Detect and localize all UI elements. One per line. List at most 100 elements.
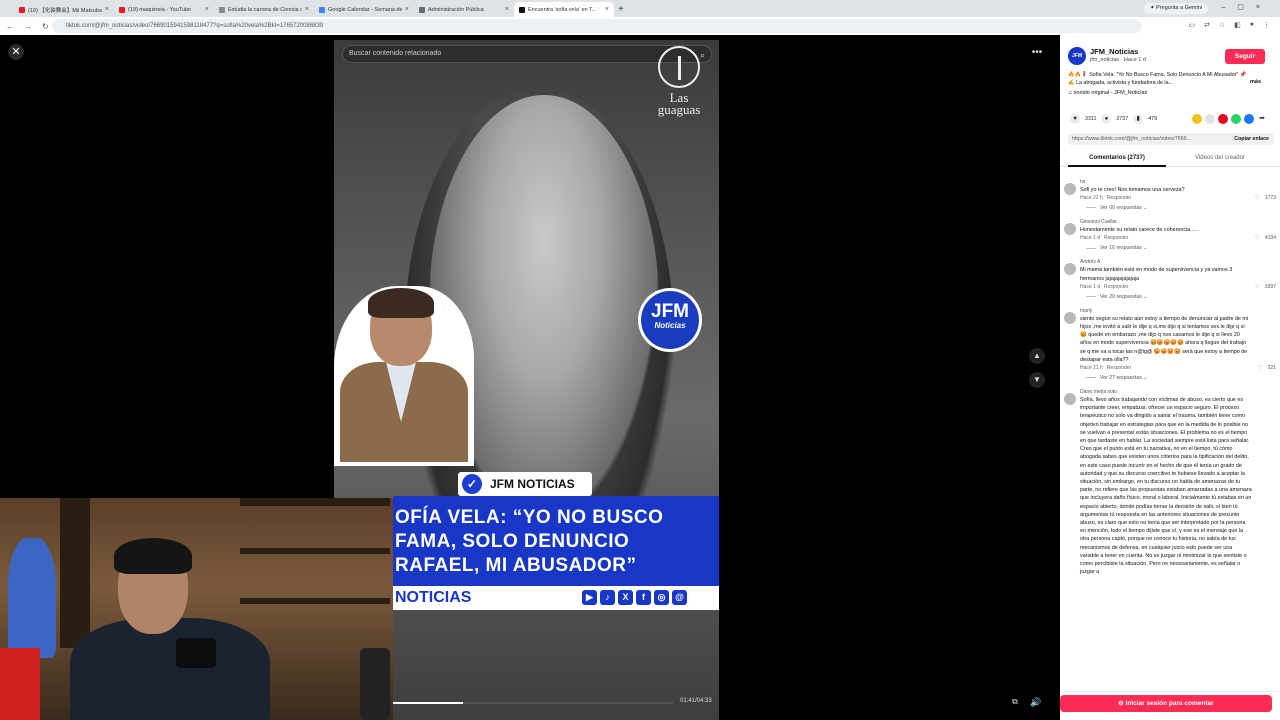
video-footer-brand: NOTICIAS ▶ ♪ X f ◎ @ — [393, 586, 719, 610]
pinterest-icon[interactable] — [1218, 114, 1228, 124]
close-tab-icon[interactable]: × — [505, 6, 509, 13]
new-tab-button[interactable]: + — [618, 2, 624, 17]
panel-tabs: Comentarios (2737) Videos del creador — [1060, 151, 1280, 167]
comment-icon[interactable]: ● — [1101, 114, 1112, 124]
previous-video-button[interactable]: ▲ — [1029, 348, 1045, 364]
login-to-comment-button[interactable]: ⊖ Iniciar sesión para comentar — [1060, 695, 1272, 712]
extensions-icon[interactable]: ◧ — [1234, 21, 1241, 29]
reload-icon[interactable]: ↻ — [42, 22, 49, 31]
browser-tab-active[interactable]: Encuentra 'sofia vela' en T... × — [514, 2, 614, 17]
youtube-favicon-icon — [19, 6, 25, 13]
url-field[interactable]: tiktok.com/@jfm_noticias/video/766901594… — [52, 19, 1142, 33]
sound-link[interactable]: ♫ sonido original - JFM_Noticias — [1068, 90, 1147, 96]
translate-icon[interactable]: ⇄ — [1204, 21, 1210, 29]
tab-comments[interactable]: Comentarios (2737) — [1068, 155, 1166, 167]
flag-decoration — [0, 648, 40, 720]
view-replies-button[interactable]: Ver 27 respuestas ⌄ — [1080, 373, 1280, 383]
reply-button[interactable]: Responder — [1107, 365, 1131, 371]
follow-button[interactable]: Seguir — [1225, 49, 1265, 64]
forward-icon[interactable]: → — [24, 22, 32, 31]
blue-bear-figure — [8, 538, 56, 658]
reply-button[interactable]: Responder — [1104, 284, 1128, 290]
browser-tab[interactable]: Estudia la carrera de Ciencia d... × — [214, 2, 314, 17]
share-arrow-icon[interactable]: ➦ — [1257, 114, 1267, 124]
bookmark-star-icon[interactable]: ☆ — [1219, 21, 1225, 29]
close-tab-icon[interactable]: × — [605, 6, 609, 13]
creator-avatar[interactable]: JFM — [1068, 47, 1086, 65]
video-progress-bar[interactable] — [393, 702, 673, 704]
avatar[interactable] — [1064, 393, 1076, 406]
video-progress-fill — [393, 702, 463, 704]
browser-toolbar-icons: ▭ ⇄ ☆ ◧ ● ⋮ — [1188, 21, 1270, 29]
heart-icon[interactable]: ♥ — [1070, 114, 1080, 124]
creator-name[interactable]: JFM_Noticias — [1090, 47, 1138, 56]
comment-item: Giovanni Cuellar Honestamente su relato … — [1060, 219, 1280, 253]
login-bar: ⊖ Iniciar sesión para comentar — [1060, 691, 1280, 720]
lamp — [360, 648, 390, 720]
window-controls[interactable]: –▢× — [1221, 3, 1272, 11]
webcam-overlay — [0, 498, 393, 720]
details-panel: JFM JFM_Noticias jfm_noticias · Hace 1 d… — [1060, 35, 1280, 720]
avatar[interactable] — [1064, 311, 1076, 324]
close-tab-icon[interactable]: × — [205, 6, 209, 13]
browser-tab[interactable]: (19) 【化装舞会】Mii Matsubara × — [14, 2, 114, 17]
pip-icon[interactable]: ⧉ — [1012, 697, 1018, 707]
gemini-button[interactable]: ✦ Pregunta a Gemini — [1144, 3, 1208, 14]
reply-button[interactable]: Responder — [1107, 195, 1131, 201]
threads-icon: @ — [672, 590, 687, 605]
close-tab-icon[interactable]: × — [105, 6, 109, 13]
social-icons: ▶ ♪ X f ◎ @ — [582, 590, 687, 605]
view-replies-button[interactable]: Ver 16 respuestas ⌄ — [1080, 243, 1280, 253]
tab-creator-videos[interactable]: Videos del creador — [1170, 155, 1270, 161]
video-headline: OFÍA VELA: “YO NO BUSCO FAMA, SOLO DENUN… — [393, 496, 719, 586]
video-link-field[interactable]: https://www.tiktok.com/@jfm_noticias/vid… — [1068, 133, 1274, 145]
avatar[interactable] — [1064, 183, 1076, 195]
tiktok-favicon-icon — [519, 6, 525, 13]
comment-likes[interactable]: ♡ 1773 — [1255, 194, 1276, 203]
more-options-icon[interactable]: ••• — [1029, 46, 1045, 60]
comment-list: hs Sofi yo te creo! Nos tomamos una cerv… — [1060, 179, 1280, 583]
video-time: 01:41/04:33 — [680, 698, 712, 704]
browser-tab[interactable]: (19) maquineia - YouTube × — [114, 2, 214, 17]
facebook-share-icon[interactable] — [1244, 114, 1254, 124]
volume-icon[interactable]: 🔊 — [1030, 697, 1041, 708]
engagement-row: ♥ 3311 ● 2737 ▮ 479 — [1070, 114, 1157, 124]
site-favicon-icon — [219, 6, 225, 13]
profile-icon[interactable]: ● — [1250, 21, 1254, 29]
view-replies-button[interactable]: Ver 60 respuestas ⌄ — [1080, 203, 1280, 213]
bookmark-icon[interactable]: ▮ — [1133, 114, 1144, 124]
embed-icon[interactable] — [1205, 114, 1215, 124]
youtube-favicon-icon — [119, 6, 125, 13]
comment-item: Andrés A Mi mamá también está en modo de… — [1060, 259, 1280, 301]
instagram-icon: ◎ — [654, 590, 669, 605]
browser-tab[interactable]: Google Calendar - Semana del × — [314, 2, 414, 17]
view-replies-button[interactable]: Ver 20 respuestas ⌄ — [1080, 292, 1280, 302]
man-portrait-cutout — [334, 286, 474, 466]
browser-tab-strip: (19) 【化装舞会】Mii Matsubara × (19) maquineia… — [0, 0, 1280, 17]
menu-icon[interactable]: ⋮ — [1263, 21, 1270, 29]
comment-likes[interactable]: ♡ 221 — [1258, 364, 1276, 373]
avatar[interactable] — [1064, 223, 1076, 236]
close-viewer-button[interactable]: ✕ — [8, 44, 24, 60]
more-button[interactable]: más — [1250, 79, 1261, 85]
next-video-button[interactable]: ▼ — [1029, 372, 1045, 388]
verified-check-icon: ✓ — [462, 474, 482, 494]
avatar[interactable] — [1064, 263, 1076, 276]
tiktok-icon: ♪ — [600, 590, 615, 605]
creator-handle-time: jfm_noticias · Hace 1 d — [1090, 57, 1146, 63]
comment-likes[interactable]: ♡ 4194 — [1255, 234, 1276, 243]
copy-link-button[interactable]: Copiar enlace — [1230, 133, 1269, 145]
cast-icon[interactable]: ▭ — [1188, 21, 1195, 29]
share-friends-icon[interactable] — [1192, 114, 1202, 124]
comment-likes[interactable]: ♡ 3397 — [1255, 283, 1276, 292]
back-icon[interactable]: ← — [6, 22, 14, 31]
browser-tab[interactable]: Administración Pública × — [414, 2, 514, 17]
close-tab-icon[interactable]: × — [305, 6, 309, 13]
close-tab-icon[interactable]: × — [405, 6, 409, 13]
comment-item: hs Sofi yo te creo! Nos tomamos una cerv… — [1060, 179, 1280, 213]
site-favicon-icon — [419, 6, 425, 13]
address-bar-row: ← → ↻ tiktok.com/@jfm_noticias/video/766… — [0, 17, 1280, 35]
whatsapp-icon[interactable] — [1231, 114, 1241, 124]
plant-logo-icon — [658, 46, 700, 88]
reply-button[interactable]: Responder — [1104, 235, 1128, 241]
